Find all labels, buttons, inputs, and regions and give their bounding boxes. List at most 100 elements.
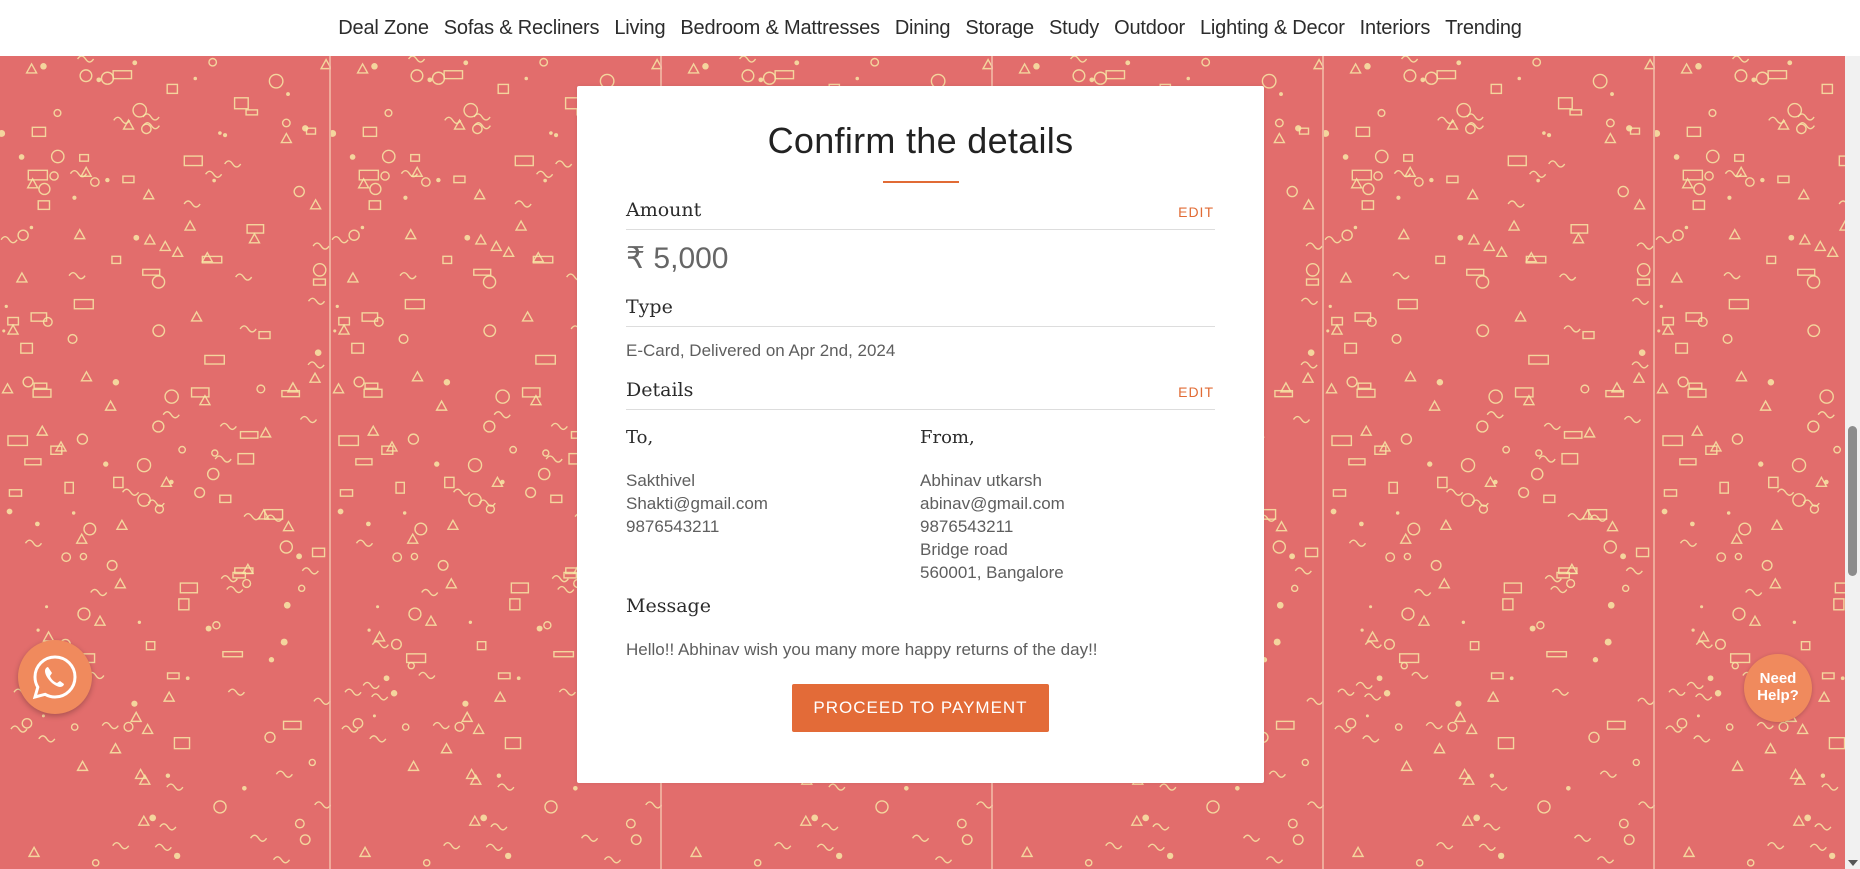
pattern-doodle xyxy=(1400,661,1409,670)
pattern-doodle xyxy=(1708,108,1717,118)
pattern-doodle xyxy=(133,234,140,241)
pattern-doodle xyxy=(1766,255,1777,265)
pattern-doodle xyxy=(178,445,187,454)
nav-item-lighting-decor[interactable]: Lighting & Decor xyxy=(1200,17,1345,40)
nav-item-outdoor[interactable]: Outdoor xyxy=(1114,17,1185,40)
pattern-doodle xyxy=(1436,378,1444,386)
pattern-doodle xyxy=(1369,605,1373,609)
nav-item-interiors[interactable]: Interiors xyxy=(1360,17,1431,40)
pattern-doodle xyxy=(1745,588,1763,597)
pattern-doodle xyxy=(27,845,41,858)
nav-item-living[interactable]: Living xyxy=(614,17,665,40)
pattern-doodle xyxy=(194,487,206,499)
pattern-doodle xyxy=(741,69,755,83)
whatsapp-chat-button[interactable] xyxy=(18,640,92,714)
pattern-doodle xyxy=(1722,333,1733,344)
pattern-doodle xyxy=(50,149,65,164)
pattern-doodle xyxy=(1693,735,1711,743)
nav-item-deal-zone[interactable]: Deal Zone xyxy=(338,17,429,40)
scroll-down-arrow-icon[interactable] xyxy=(1848,860,1858,866)
page-scrollbar[interactable] xyxy=(1845,56,1860,869)
pattern-doodle xyxy=(1142,814,1150,822)
pattern-doodle xyxy=(353,376,365,388)
pattern-doodle xyxy=(1276,601,1284,609)
pattern-doodle xyxy=(1536,621,1545,630)
pattern-doodle xyxy=(1415,859,1424,867)
pattern-doodle xyxy=(504,852,512,860)
pattern-doodle xyxy=(75,532,88,544)
pattern-doodle xyxy=(399,271,417,280)
pattern-doodle xyxy=(1538,455,1556,463)
pattern-doodle xyxy=(1792,493,1806,507)
pattern-doodle xyxy=(1807,420,1820,433)
pattern-doodle xyxy=(1814,823,1832,831)
pattern-doodle xyxy=(1342,154,1349,160)
pattern-doodle xyxy=(7,435,29,447)
pattern-doodle xyxy=(165,773,171,778)
nav-item-trending[interactable]: Trending xyxy=(1445,17,1522,40)
pattern-doodle xyxy=(1366,630,1379,642)
pattern-doodle xyxy=(1800,641,1811,651)
pattern-doodle xyxy=(286,92,290,97)
pattern-doodle xyxy=(1324,236,1342,244)
pattern-doodle xyxy=(1517,76,1522,81)
pattern-doodle xyxy=(1692,200,1706,211)
birthday-pattern-doodles xyxy=(1655,56,1845,867)
nav-item-storage[interactable]: Storage xyxy=(965,17,1034,40)
pattern-doodle xyxy=(115,518,129,531)
nav-item-bedroom-mattresses[interactable]: Bedroom & Mattresses xyxy=(680,17,880,40)
pattern-doodle xyxy=(1798,233,1812,245)
pattern-doodle xyxy=(406,532,419,544)
proceed-to-payment-button[interactable]: PROCEED TO PAYMENT xyxy=(792,684,1049,732)
pattern-doodle xyxy=(1797,268,1816,276)
pattern-doodle xyxy=(1436,70,1457,80)
pattern-doodle xyxy=(362,126,378,138)
pattern-doodle xyxy=(445,577,458,589)
pattern-doodle xyxy=(372,714,376,718)
pattern-doodle xyxy=(1507,219,1521,231)
pattern-doodle xyxy=(549,131,553,135)
pattern-doodle xyxy=(1439,518,1453,531)
pattern-doodle xyxy=(1411,671,1429,680)
pattern-doodle xyxy=(219,494,232,504)
pattern-doodle xyxy=(1069,56,1088,63)
pattern-doodle xyxy=(32,388,52,398)
pattern-doodle xyxy=(162,411,180,419)
pattern-doodle xyxy=(687,62,700,74)
pattern-doodle xyxy=(403,195,408,200)
pattern-doodle xyxy=(509,598,521,611)
pattern-doodle xyxy=(1486,411,1504,419)
pattern-doodle xyxy=(411,370,424,382)
edit-amount-button[interactable]: EDIT xyxy=(1178,204,1214,220)
pattern-doodle xyxy=(1475,275,1490,289)
pattern-doodle xyxy=(1465,123,1476,135)
nav-item-study[interactable]: Study xyxy=(1049,17,1099,40)
edit-details-button[interactable]: EDIT xyxy=(1178,384,1214,400)
pattern-doodle xyxy=(1684,225,1689,230)
pattern-doodle xyxy=(1631,361,1649,369)
pattern-doodle xyxy=(1777,488,1795,496)
pattern-doodle xyxy=(1592,657,1599,663)
pattern-doodle xyxy=(1834,582,1845,594)
pattern-doodle xyxy=(424,614,438,626)
pattern-doodle xyxy=(1341,229,1353,241)
pattern-doodle xyxy=(490,240,503,252)
pattern-doodle xyxy=(1339,271,1353,283)
pattern-doodle xyxy=(1796,723,1809,735)
pattern-doodle xyxy=(1777,118,1790,130)
pattern-doodle xyxy=(443,842,461,850)
scrollbar-thumb[interactable] xyxy=(1848,426,1857,576)
pattern-doodle xyxy=(282,720,302,730)
pattern-doodle xyxy=(145,641,156,651)
pattern-doodle xyxy=(1304,547,1319,558)
need-help-button[interactable]: Need Help? xyxy=(1744,654,1812,722)
pattern-doodle xyxy=(1691,424,1704,436)
pattern-doodle xyxy=(206,467,220,481)
pattern-doodle xyxy=(123,721,134,732)
nav-item-dining[interactable]: Dining xyxy=(895,17,951,40)
pattern-doodle xyxy=(1529,625,1536,632)
pattern-doodle xyxy=(141,723,154,735)
nav-item-sofas-recliners[interactable]: Sofas & Recliners xyxy=(444,17,600,40)
pattern-doodle xyxy=(453,488,471,496)
pattern-doodle xyxy=(467,457,483,473)
